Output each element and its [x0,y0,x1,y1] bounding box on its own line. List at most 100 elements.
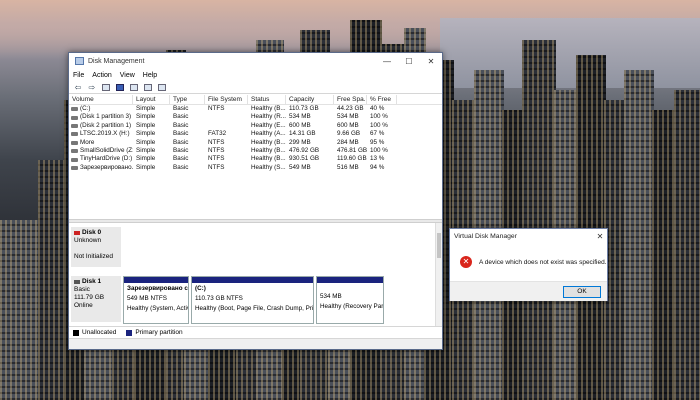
cell-free-space: 534 MB [337,113,359,121]
disk-0-row[interactable]: Disk 0 Unknown Not Initialized [69,227,435,267]
cell-status: Healthy (R... [251,113,286,121]
skyline-building [674,90,700,400]
window-titlebar[interactable]: Disk Management — ☐ ✕ [69,53,442,69]
column-header-volume[interactable]: Volume [69,95,133,104]
volume-drive-icon [71,123,78,128]
partition-detail: 549 MB NTFS [127,295,167,302]
cell-type: Basic [173,163,189,171]
table-row[interactable]: SmallSolidDrive (Z:) Simple Basic NTFS Healt… [69,147,442,155]
column-header-percent-free[interactable]: % Free [367,95,397,104]
disk-management-window[interactable]: Disk Management — ☐ ✕ File Action View H… [68,52,443,350]
dialog-footer: OK [450,281,607,301]
cell-capacity: 476.92 GB [289,146,320,154]
column-header-capacity[interactable]: Capacity [286,95,334,104]
volume-drive-icon [71,165,78,170]
cell-layout: Simple [136,113,156,121]
partition-c-drive[interactable]: (C:) 110.73 GB NTFS Healthy (Boot, Page … [191,276,314,324]
virtual-disk-manager-dialog[interactable]: Virtual Disk Manager ✕ ✕ A device which … [449,228,608,301]
cell-percent-free: 94 % [370,163,385,171]
disk-0-label[interactable]: Disk 0 Unknown Not Initialized [71,227,121,267]
cell-percent-free: 100 % [370,121,388,129]
volume-name: (Disk 1 partition 3) [80,113,132,121]
disk-1-kind: Basic [74,286,90,293]
menu-action[interactable]: Action [92,72,111,79]
building-windows [0,220,40,400]
disk-view-scrollbar[interactable] [435,223,442,326]
cell-file-system: NTFS [208,163,225,171]
forward-icon[interactable]: ⇨ [86,82,98,92]
cell-layout: Simple [136,146,156,154]
column-header-type[interactable]: Type [170,95,205,104]
properties-icon[interactable] [100,82,112,92]
dialog-close-button[interactable]: ✕ [593,232,607,241]
cell-free-space: 9.66 GB [337,130,361,138]
disk-1-status: Online [74,302,93,309]
menu-file[interactable]: File [73,72,84,79]
help-icon[interactable] [114,82,126,92]
menu-view[interactable]: View [120,72,135,79]
legend-unallocated: Unallocated [82,329,117,336]
dialog-title: Virtual Disk Manager [454,232,517,240]
table-row[interactable]: TinyHardDrive (D:) Simple Basic NTFS Healthy… [69,155,442,163]
table-row[interactable]: More Simple Basic NTFS Healthy (B... 299 MB 28… [69,139,442,147]
building-windows [624,70,654,400]
cell-type: Basic [173,138,189,146]
cell-status: Healthy (S... [251,163,286,171]
volume-list[interactable]: Volume Layout Type File System Status Ca… [69,95,442,218]
close-button[interactable]: ✕ [420,53,442,69]
column-header-status[interactable]: Status [248,95,286,104]
cell-type: Basic [173,130,189,138]
disk-1-size: 111.79 GB [74,294,105,301]
table-row[interactable]: (C:) Simple Basic NTFS Healthy (B... 110.73 G… [69,105,442,113]
partition-health: Healthy (Recovery Parti [320,303,383,310]
cell-volume: (Disk 2 partition 1) [69,122,133,130]
cell-capacity: 930.51 GB [289,155,320,163]
cell-volume: Зарезервировано... [69,164,133,172]
cell-type: Basic [173,113,189,121]
volume-name: (C:) [80,105,91,112]
back-icon[interactable]: ⇦ [72,82,84,92]
table-row[interactable]: Зарезервировано... Simple Basic NTFS Healthy… [69,164,442,172]
cell-volume: LTSC.2019.X (H:) [69,130,133,138]
building-windows [38,160,66,400]
skyline-building [652,110,676,400]
table-row[interactable]: LTSC.2019.X (H:) Simple Basic FAT32 Healthy … [69,130,442,138]
cell-file-system: FAT32 [208,130,227,138]
check-icon[interactable] [142,82,154,92]
volume-drive-icon [71,157,78,162]
skyline-building [0,220,40,400]
disk-1-label[interactable]: Disk 1 Basic 111.79 GB Online [71,276,121,322]
cell-volume: SmallSolidDrive (Z:) [69,147,133,155]
partition-system-reserved[interactable]: Зарезервировано си 549 MB NTFS Healthy (… [123,276,189,324]
maximize-button[interactable]: ☐ [398,53,420,69]
skyline-building [38,160,66,400]
scrollbar-thumb[interactable] [437,233,441,258]
partition-name: Зарезервировано си [127,285,188,292]
table-row[interactable]: (Disk 2 partition 1) Simple Basic Healthy (… [69,122,442,130]
partition-recovery[interactable]: 534 MB Healthy (Recovery Parti [316,276,384,324]
disk-1-row[interactable]: Disk 1 Basic 111.79 GB Online Зарезервир… [69,276,435,324]
console-icon[interactable] [128,82,140,92]
dialog-titlebar[interactable]: Virtual Disk Manager ✕ [450,229,607,243]
column-header-layout[interactable]: Layout [133,95,170,104]
refresh-icon[interactable] [156,82,168,92]
partition-name: (C:) [195,285,206,292]
column-header-file-system[interactable]: File System [205,95,248,104]
volume-drive-icon [71,149,78,154]
menu-help[interactable]: Help [143,72,157,79]
table-row[interactable]: (Disk 1 partition 3) Simple Basic Healthy (… [69,113,442,121]
column-header-free-space[interactable]: Free Spa... [334,95,367,104]
cell-volume: (C:) [69,105,133,113]
primary-partition-swatch [126,329,133,336]
cell-type: Basic [173,146,189,154]
cell-volume: TinyHardDrive (D:) [69,155,133,163]
ok-button[interactable]: OK [563,286,601,298]
cell-capacity: 299 MB [289,138,311,146]
menu-bar: File Action View Help [69,69,442,81]
cell-status: Healthy (B... [251,155,286,163]
cell-layout: Simple [136,155,156,163]
minimize-button[interactable]: — [376,53,398,69]
cell-type: Basic [173,121,189,129]
disk-graphical-view: Disk 0 Unknown Not Initialized Disk 1 Ba… [69,223,435,326]
cell-free-space: 119.60 GB [337,155,367,163]
